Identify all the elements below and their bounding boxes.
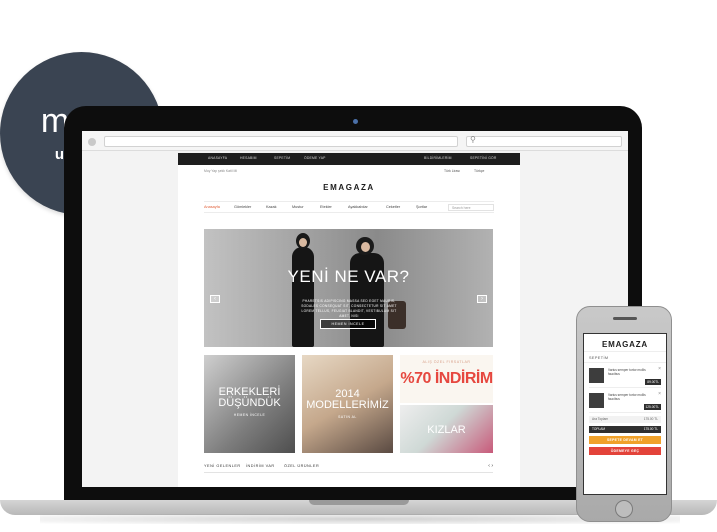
main-nav: Anasayfa Gömlekler Kazak Mustur Etekler … — [204, 201, 494, 213]
close-icon[interactable]: × — [658, 391, 661, 397]
tile-2014-title: 2014 MODELLERİMİZ — [306, 388, 389, 411]
model-figure-left — [292, 247, 314, 347]
nav-item-sweaters[interactable]: Kazak — [266, 205, 277, 209]
product-tabs: YENİ GELENLER İNDİRİM VAR ÖZEL ÜRÜNLER ‹… — [204, 463, 493, 473]
tagline: Moy Yap şeklı Katil Mi — [204, 169, 238, 173]
total-row: TOPLAM 175.00 TL — [589, 426, 661, 433]
tile-2014-models[interactable]: 2014 MODELLERİMİZ SATIN AL — [302, 355, 393, 453]
cart-item-price: 89.00TL — [645, 379, 661, 385]
tabs-carousel-arrows[interactable]: ‹ › — [488, 463, 493, 469]
site-topbar: ANASAYFA HESABIM SEPETİM ÖDEME YAP BİLDİ… — [178, 153, 520, 165]
close-icon[interactable]: × — [658, 366, 661, 372]
total-value: 175.00 TL — [643, 427, 658, 431]
hero-slider: YENİ NE VAR? PHARETSIS ADIPISCING MASSA … — [204, 229, 493, 347]
continue-cart-button[interactable]: SEPETE DEVAM ET — [589, 436, 661, 444]
phone-home-button[interactable] — [615, 500, 633, 518]
tile-girls-title: KIZLAR — [427, 424, 466, 436]
search-icon: ⚲ — [470, 135, 476, 144]
discount-big-text: %70 İNDİRİM — [400, 370, 493, 387]
hero-title: YENİ NE VAR? — [287, 267, 410, 286]
search-placeholder: Search here — [452, 206, 471, 210]
nav-item-skirts[interactable]: Etekler — [320, 205, 332, 209]
subtotal-label: Ara Toplam — [592, 417, 609, 421]
site-search-input[interactable]: Search here — [448, 204, 494, 211]
tile-girls[interactable]: KIZLAR — [400, 405, 493, 453]
currency-select[interactable]: Türk Lirası — [444, 169, 460, 173]
nav-item-home[interactable]: Anasayfa — [204, 205, 220, 209]
phone-frame: EMAGAZA SEPETİM Varius semper tortor mol… — [576, 306, 672, 522]
tab-new-arrivals[interactable]: YENİ GELENLER — [204, 464, 241, 468]
nav-item-shirts[interactable]: Gömlekler — [234, 205, 251, 209]
browser-search[interactable]: ⚲ — [466, 135, 622, 147]
site-logo[interactable]: EMAGAZA — [178, 183, 520, 201]
nav-item-shorts[interactable]: Şortlar — [416, 205, 427, 209]
topbar-cart-link[interactable]: SEPETİM — [274, 156, 290, 160]
website: ANASAYFA HESABIM SEPETİM ÖDEME YAP BİLDİ… — [178, 153, 520, 487]
hero-cta-button[interactable]: HEMEN İNCELE — [320, 319, 376, 329]
topbar-notifications-link[interactable]: BİLDİRİMLERİM — [424, 156, 452, 160]
cart-item-price: 125.00TL — [643, 404, 661, 410]
laptop-camera — [353, 119, 358, 124]
laptop-notch — [309, 500, 409, 505]
nav-item-shoes[interactable]: Ayakkabılar — [348, 205, 368, 209]
phone-speaker — [613, 317, 637, 320]
cart-item-thumbnail[interactable] — [589, 368, 604, 383]
tab-discounts[interactable]: İNDİRİM VAR — [246, 464, 275, 468]
phone-cart-title: SEPETİM — [584, 352, 666, 363]
nav-item-mustur[interactable]: Mustur — [292, 205, 304, 209]
subtotal-value: 175.00 TL — [643, 417, 658, 421]
subtotal-row: Ara Toplam 175.00 TL — [589, 416, 661, 423]
cart-item: Varius semper tortor mollis faucibus × 8… — [589, 366, 661, 388]
topbar-home-link[interactable]: ANASAYFA — [208, 156, 227, 160]
cart-item: Varius semper tortor mollis faucibus × 1… — [589, 391, 661, 413]
address-bar[interactable] — [104, 136, 458, 147]
tile-men-title: ERKEKLERİ DÜŞÜNDÜK — [218, 386, 281, 409]
cart-item-name[interactable]: Varius semper tortor mollis faucibus — [608, 393, 652, 401]
tile-2014-sub: SATIN AL — [338, 415, 357, 419]
language-select[interactable]: Türkçe — [474, 169, 484, 173]
topbar-view-cart-link[interactable]: SEPETİNİ GÖR — [470, 156, 497, 160]
total-label: TOPLAM — [592, 427, 606, 431]
model-face-left — [299, 238, 307, 247]
browser-chrome: ⚲ — [82, 131, 628, 151]
category-tiles: ERKEKLERİ DÜŞÜNDÜK HEMEN İNCELE 2014 MOD… — [204, 355, 493, 453]
phone-screen: EMAGAZA SEPETİM Varius semper tortor mol… — [583, 333, 667, 495]
phone-logo[interactable]: EMAGAZA — [584, 334, 666, 352]
slider-next-arrow[interactable]: › — [477, 295, 487, 303]
back-button[interactable] — [88, 138, 96, 146]
topbar-account-link[interactable]: HESABIM — [240, 156, 257, 160]
cart-item-thumbnail[interactable] — [589, 393, 604, 408]
model-face-right — [361, 242, 370, 252]
tile-men[interactable]: ERKEKLERİ DÜŞÜNDÜK HEMEN İNCELE — [204, 355, 295, 453]
checkout-button[interactable]: ÖDEMEYE GEÇ — [589, 447, 661, 455]
utility-row: Moy Yap şeklı Katil Mi Türk Lirası Türkç… — [178, 165, 520, 177]
tile-men-sub: HEMEN İNCELE — [233, 413, 266, 417]
discount-small-text: ALIŞ ÖZEL FIRSATLAR — [422, 360, 471, 364]
laptop-screen: ⚲ ANASAYFA HESABIM SEPETİM ÖDEME YAP BİL… — [82, 131, 628, 487]
nav-item-jackets[interactable]: Ceketler — [386, 205, 400, 209]
slider-prev-arrow[interactable]: ‹ — [210, 295, 220, 303]
cart-item-name[interactable]: Varius semper tortor mollis faucibus — [608, 368, 652, 376]
topbar-checkout-link[interactable]: ÖDEME YAP — [304, 156, 326, 160]
hero-text: PHARETSIS ADIPISCING MASSA SED EGET MAUR… — [301, 299, 397, 318]
tile-discount[interactable]: ALIŞ ÖZEL FIRSATLAR %70 İNDİRİM — [400, 355, 493, 403]
tab-special-products[interactable]: ÖZEL ÜRÜNLER — [284, 464, 319, 468]
